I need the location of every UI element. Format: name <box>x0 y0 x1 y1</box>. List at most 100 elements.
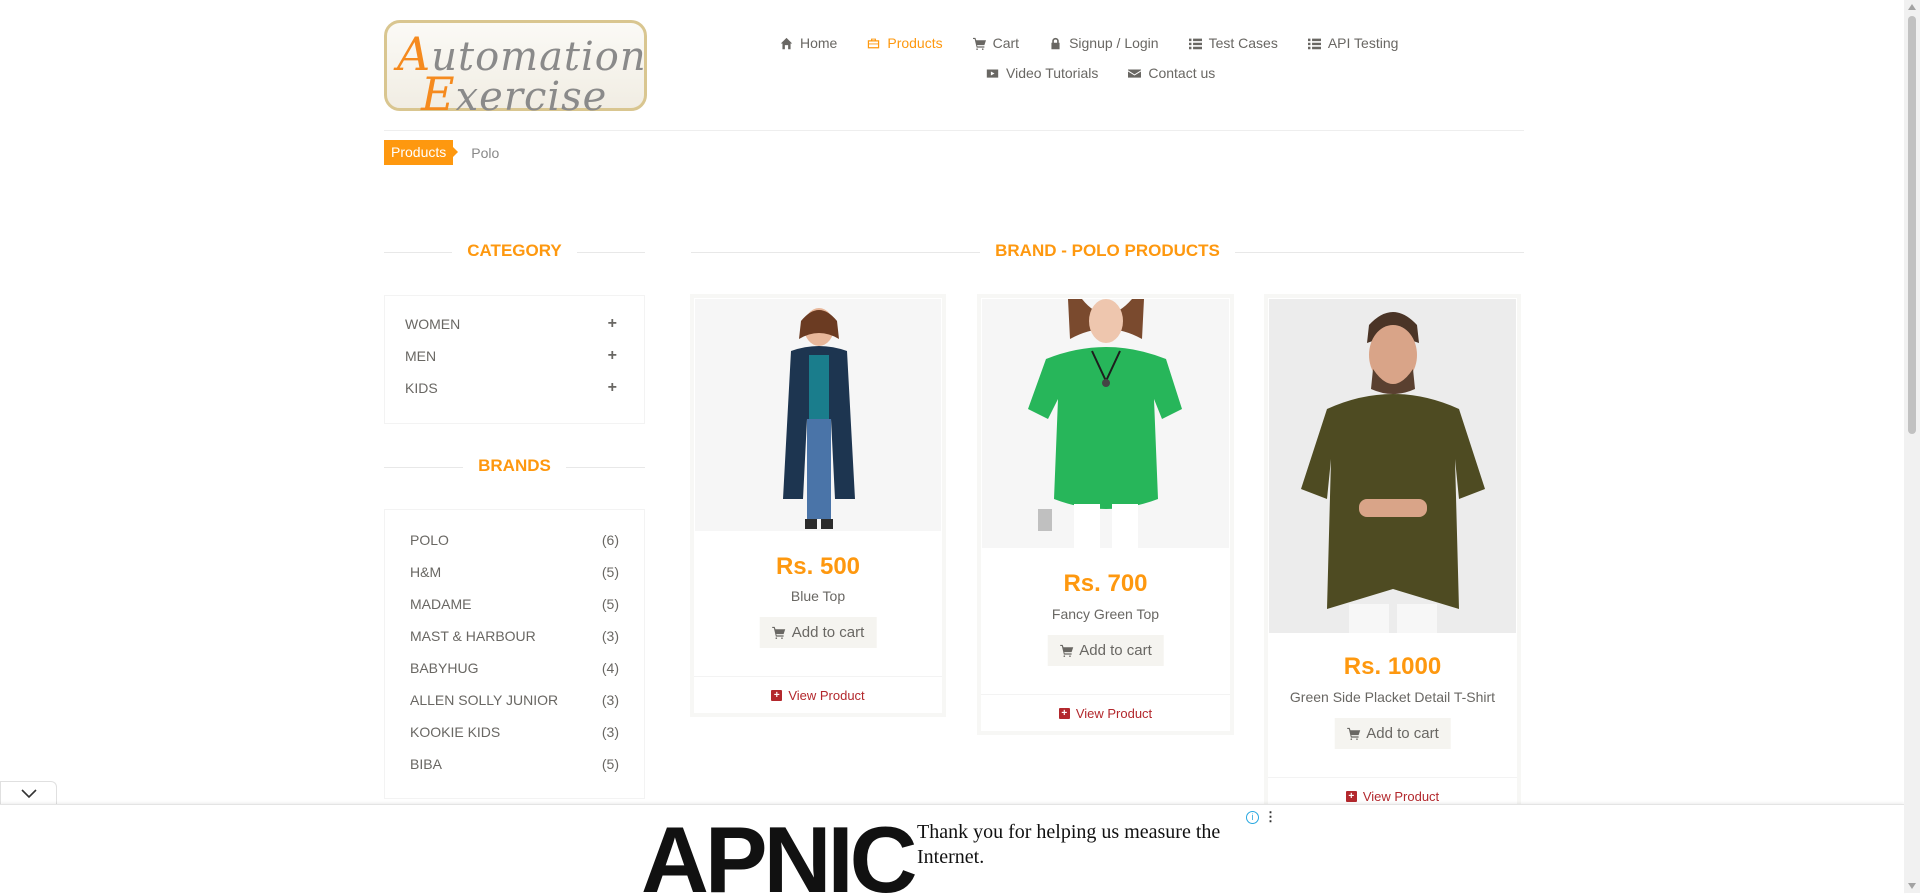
brand-count: (4) <box>601 660 619 676</box>
brand-kookie-kids[interactable]: KOOKIE KIDS (3) <box>385 716 644 748</box>
nav-cart-label: Cart <box>992 35 1020 51</box>
main-nav: Home Products Cart Signup / Login Test C… <box>780 28 1440 88</box>
plus-icon[interactable]: + <box>608 315 617 333</box>
nav-products-label: Products <box>887 35 943 51</box>
brand-count: (5) <box>601 596 619 612</box>
view-product-label: View Product <box>1362 789 1440 804</box>
breadcrumb-current: Polo <box>471 144 500 161</box>
lock-icon <box>1051 37 1060 49</box>
plus-icon[interactable]: + <box>608 347 617 365</box>
brand-label: ALLEN SOLLY JUNIOR <box>410 692 559 708</box>
category-title: CATEGORY <box>452 241 577 263</box>
ad-message: Thank you for helping us measure the Int… <box>917 821 1221 868</box>
plus-square-icon: + <box>1058 708 1070 719</box>
ad-collapse-toggle[interactable] <box>0 781 57 805</box>
nav-home[interactable]: Home <box>780 35 837 51</box>
brand-polo[interactable]: POLO (6) <box>385 524 644 556</box>
product-price: Rs. 700 <box>1063 570 1148 597</box>
brand-count: (6) <box>601 532 619 548</box>
brand-count: (5) <box>601 756 619 772</box>
brand-label: MAST & HARBOUR <box>410 628 536 644</box>
product-price: Rs. 1000 <box>1343 653 1442 680</box>
products-heading: BRAND - POLO PRODUCTS <box>691 241 1524 263</box>
nav-contact-us-label: Contact us <box>1148 65 1216 81</box>
breadcrumb-products[interactable]: Products <box>384 140 459 165</box>
brand-count: (3) <box>601 692 619 708</box>
nav-contact-us[interactable]: Contact us <box>1128 65 1215 81</box>
ad-brand-logo: APNIC <box>641 810 917 894</box>
nav-video-tutorials-label: Video Tutorials <box>1006 65 1099 81</box>
product-photo-green-tshirt <box>1269 299 1516 633</box>
product-image <box>1269 299 1516 633</box>
product-image <box>982 299 1229 548</box>
logo-text-2: xercise <box>455 74 608 120</box>
nav-cart[interactable]: Cart <box>972 35 1020 51</box>
add-to-cart-button[interactable]: Add to cart <box>1334 718 1451 749</box>
ad-menu-icon[interactable]: ⋮ <box>1264 810 1275 825</box>
category-women[interactable]: WOMEN + <box>385 308 644 340</box>
add-to-cart-button[interactable]: Add to cart <box>1047 635 1164 666</box>
brand-count: (3) <box>601 724 619 740</box>
youtube-icon <box>986 68 999 78</box>
products-title: BRAND - POLO PRODUCTS <box>980 241 1235 263</box>
page-scrollbar[interactable] <box>1904 0 1920 893</box>
home-icon <box>780 37 793 49</box>
brands-title: BRANDS <box>463 456 566 478</box>
nav-products[interactable]: Products <box>867 35 943 51</box>
brand-count: (5) <box>601 564 619 580</box>
brand-allen-solly-junior[interactable]: ALLEN SOLLY JUNIOR (3) <box>385 684 644 716</box>
brand-label: KOOKIE KIDS <box>410 724 501 740</box>
brands-heading: BRANDS <box>384 456 645 478</box>
brand-count: (3) <box>601 628 619 644</box>
product-price: Rs. 500 <box>775 553 861 580</box>
nav-test-cases[interactable]: Test Cases <box>1188 35 1278 51</box>
cart-icon <box>772 626 786 639</box>
category-kids-label: KIDS <box>405 380 438 396</box>
brand-label: H&M <box>410 564 442 580</box>
product-photo-fancy-green-top <box>982 299 1229 548</box>
ad-banner[interactable]: APNIC Thank you for helping us measure t… <box>630 810 1275 893</box>
brand-madame[interactable]: MADAME (5) <box>385 588 644 620</box>
chevron-down-icon <box>21 789 37 799</box>
brand-biba[interactable]: BIBA (5) <box>385 748 644 780</box>
brand-mast-harbour[interactable]: MAST & HARBOUR (3) <box>385 620 644 652</box>
list-icon <box>1188 38 1202 49</box>
category-men[interactable]: MEN + <box>385 340 644 372</box>
category-heading: CATEGORY <box>384 241 645 263</box>
plus-icon[interactable]: + <box>608 379 617 397</box>
nav-signup-login[interactable]: Signup / Login <box>1049 35 1159 51</box>
cart-icon <box>1059 644 1073 657</box>
scroll-up-icon[interactable] <box>1908 4 1916 10</box>
add-to-cart-label: Add to cart <box>1079 642 1152 659</box>
product-card: Rs. 1000 Green Side Placket Detail T-Shi… <box>1264 294 1521 804</box>
view-product-label: View Product <box>1075 706 1153 721</box>
brand-label: BIBA <box>410 756 442 772</box>
view-product-link[interactable]: + View Product <box>981 694 1230 732</box>
product-name: Blue Top <box>790 588 846 604</box>
product-card: Rs. 500 Blue Top Add to cart + View Prod… <box>690 294 946 717</box>
brand-label: BABYHUG <box>410 660 479 676</box>
nav-api-testing[interactable]: API Testing <box>1307 35 1398 51</box>
site-logo[interactable]: Automation Exercise <box>384 20 647 121</box>
ad-info-icon[interactable]: i <box>1246 811 1259 824</box>
brand-hm[interactable]: H&M (5) <box>385 556 644 588</box>
product-name: Fancy Green Top <box>1051 606 1160 622</box>
nav-row-2: Video Tutorials Contact us <box>780 58 1440 88</box>
scrollbar-thumb[interactable] <box>1908 16 1916 434</box>
scroll-down-icon[interactable] <box>1908 883 1916 889</box>
brand-babyhug[interactable]: BABYHUG (4) <box>385 652 644 684</box>
plus-square-icon: + <box>771 690 783 701</box>
cart-icon <box>1346 727 1360 740</box>
brands-panel: POLO (6) H&M (5) MADAME (5) MAST & HARBOUR (… <box>384 509 645 799</box>
nav-video-tutorials[interactable]: Video Tutorials <box>986 65 1098 81</box>
add-to-cart-button[interactable]: Add to cart <box>759 617 877 648</box>
category-kids[interactable]: KIDS + <box>385 372 644 404</box>
view-product-label: View Product <box>788 688 865 703</box>
category-women-label: WOMEN <box>405 316 461 332</box>
view-product-link[interactable]: + View Product <box>694 676 942 714</box>
brand-label: POLO <box>410 532 449 548</box>
add-to-cart-label: Add to cart <box>791 624 865 641</box>
nav-row-1: Home Products Cart Signup / Login Test C… <box>780 28 1440 58</box>
product-image <box>695 299 941 531</box>
nav-signup-login-label: Signup / Login <box>1069 35 1159 51</box>
